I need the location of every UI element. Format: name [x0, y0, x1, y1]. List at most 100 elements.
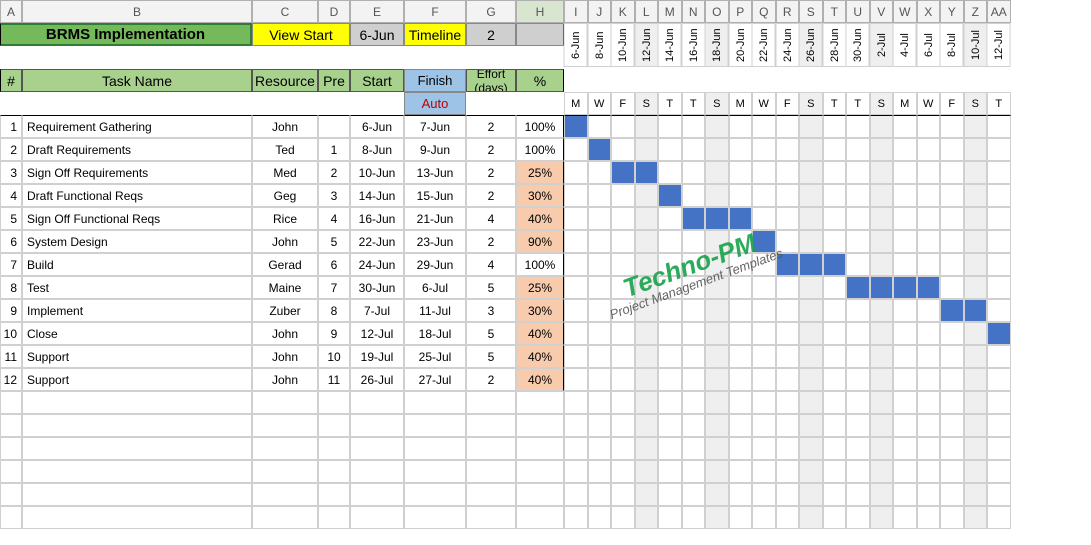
- gantt-cell[interactable]: [611, 276, 635, 299]
- gantt-cell[interactable]: [940, 276, 964, 299]
- pct-complete[interactable]: 100%: [516, 138, 564, 161]
- gantt-cell[interactable]: [658, 253, 682, 276]
- empty-cell[interactable]: [516, 483, 564, 506]
- empty-cell[interactable]: [893, 414, 917, 437]
- empty-cell[interactable]: [658, 437, 682, 460]
- empty-cell[interactable]: [22, 460, 252, 483]
- effort[interactable]: 4: [466, 253, 516, 276]
- gantt-cell[interactable]: [705, 299, 729, 322]
- gantt-cell[interactable]: [917, 161, 941, 184]
- gantt-cell[interactable]: [776, 276, 800, 299]
- start-date[interactable]: 24-Jun: [350, 253, 404, 276]
- empty-cell[interactable]: [917, 414, 941, 437]
- empty-cell[interactable]: [350, 414, 404, 437]
- empty-cell[interactable]: [0, 506, 22, 529]
- empty-cell[interactable]: [870, 483, 894, 506]
- empty-cell[interactable]: [318, 483, 350, 506]
- gantt-cell[interactable]: [729, 345, 753, 368]
- col-header-R[interactable]: R: [776, 0, 800, 23]
- empty-cell[interactable]: [350, 437, 404, 460]
- gantt-cell[interactable]: [987, 207, 1011, 230]
- gantt-cell[interactable]: [776, 299, 800, 322]
- gantt-cell[interactable]: [729, 138, 753, 161]
- empty-cell[interactable]: [516, 506, 564, 529]
- gantt-cell[interactable]: [635, 299, 659, 322]
- empty-cell[interactable]: [611, 506, 635, 529]
- gantt-cell[interactable]: [564, 230, 588, 253]
- empty-cell[interactable]: [846, 506, 870, 529]
- empty-cell[interactable]: [466, 506, 516, 529]
- predecessor[interactable]: 9: [318, 322, 350, 345]
- finish-date[interactable]: 7-Jun: [404, 115, 466, 138]
- empty-cell[interactable]: [635, 391, 659, 414]
- col-header-L[interactable]: L: [635, 0, 659, 23]
- gantt-cell[interactable]: [964, 115, 988, 138]
- gantt-cell[interactable]: [823, 322, 847, 345]
- gantt-cell[interactable]: [564, 368, 588, 391]
- gantt-cell[interactable]: [823, 138, 847, 161]
- empty-cell[interactable]: [752, 460, 776, 483]
- gantt-cell[interactable]: [658, 115, 682, 138]
- gantt-cell[interactable]: [611, 322, 635, 345]
- start-date[interactable]: 16-Jun: [350, 207, 404, 230]
- empty-cell[interactable]: [404, 414, 466, 437]
- gantt-cell[interactable]: [611, 368, 635, 391]
- gantt-cell[interactable]: [987, 345, 1011, 368]
- empty-cell[interactable]: [870, 506, 894, 529]
- task-name[interactable]: Close: [22, 322, 252, 345]
- empty-cell[interactable]: [0, 460, 22, 483]
- gantt-cell[interactable]: [588, 253, 612, 276]
- gantt-cell[interactable]: [635, 276, 659, 299]
- gantt-cell[interactable]: [799, 184, 823, 207]
- gantt-cell[interactable]: [846, 115, 870, 138]
- gantt-cell[interactable]: [870, 322, 894, 345]
- gantt-cell[interactable]: [799, 115, 823, 138]
- gantt-cell[interactable]: [799, 230, 823, 253]
- gantt-cell[interactable]: [729, 322, 753, 345]
- gantt-cell[interactable]: [752, 115, 776, 138]
- empty-cell[interactable]: [564, 483, 588, 506]
- empty-cell[interactable]: [799, 460, 823, 483]
- empty-cell[interactable]: [0, 391, 22, 414]
- effort[interactable]: 5: [466, 276, 516, 299]
- gantt-cell[interactable]: [682, 299, 706, 322]
- empty-cell[interactable]: [917, 506, 941, 529]
- predecessor[interactable]: 8: [318, 299, 350, 322]
- empty-cell[interactable]: [846, 460, 870, 483]
- gantt-cell[interactable]: [870, 368, 894, 391]
- empty-cell[interactable]: [318, 460, 350, 483]
- gantt-cell[interactable]: [705, 322, 729, 345]
- gantt-cell[interactable]: [682, 138, 706, 161]
- empty-cell[interactable]: [588, 437, 612, 460]
- col-header-V[interactable]: V: [870, 0, 894, 23]
- gantt-cell[interactable]: [588, 207, 612, 230]
- view-start-date[interactable]: 6-Jun: [350, 23, 404, 46]
- effort[interactable]: 3: [466, 299, 516, 322]
- gantt-cell[interactable]: [776, 207, 800, 230]
- empty-cell[interactable]: [870, 437, 894, 460]
- col-header-K[interactable]: K: [611, 0, 635, 23]
- empty-cell[interactable]: [318, 506, 350, 529]
- gantt-cell[interactable]: [964, 253, 988, 276]
- empty-cell[interactable]: [705, 483, 729, 506]
- gantt-cell[interactable]: [611, 253, 635, 276]
- empty-cell[interactable]: [516, 414, 564, 437]
- gantt-cell[interactable]: [799, 207, 823, 230]
- gantt-cell[interactable]: [917, 138, 941, 161]
- gantt-cell[interactable]: [705, 161, 729, 184]
- gantt-cell[interactable]: [987, 253, 1011, 276]
- empty-cell[interactable]: [776, 506, 800, 529]
- gantt-cell[interactable]: [752, 276, 776, 299]
- predecessor[interactable]: 10: [318, 345, 350, 368]
- task-name[interactable]: Sign Off Functional Reqs: [22, 207, 252, 230]
- finish-date[interactable]: 13-Jun: [404, 161, 466, 184]
- empty-cell[interactable]: [893, 437, 917, 460]
- gantt-cell[interactable]: [940, 368, 964, 391]
- gantt-cell[interactable]: [870, 230, 894, 253]
- gantt-cell[interactable]: [823, 299, 847, 322]
- gantt-cell[interactable]: [893, 161, 917, 184]
- finish-date[interactable]: 11-Jul: [404, 299, 466, 322]
- gantt-cell[interactable]: [705, 368, 729, 391]
- empty-cell[interactable]: [705, 460, 729, 483]
- gantt-cell[interactable]: [635, 138, 659, 161]
